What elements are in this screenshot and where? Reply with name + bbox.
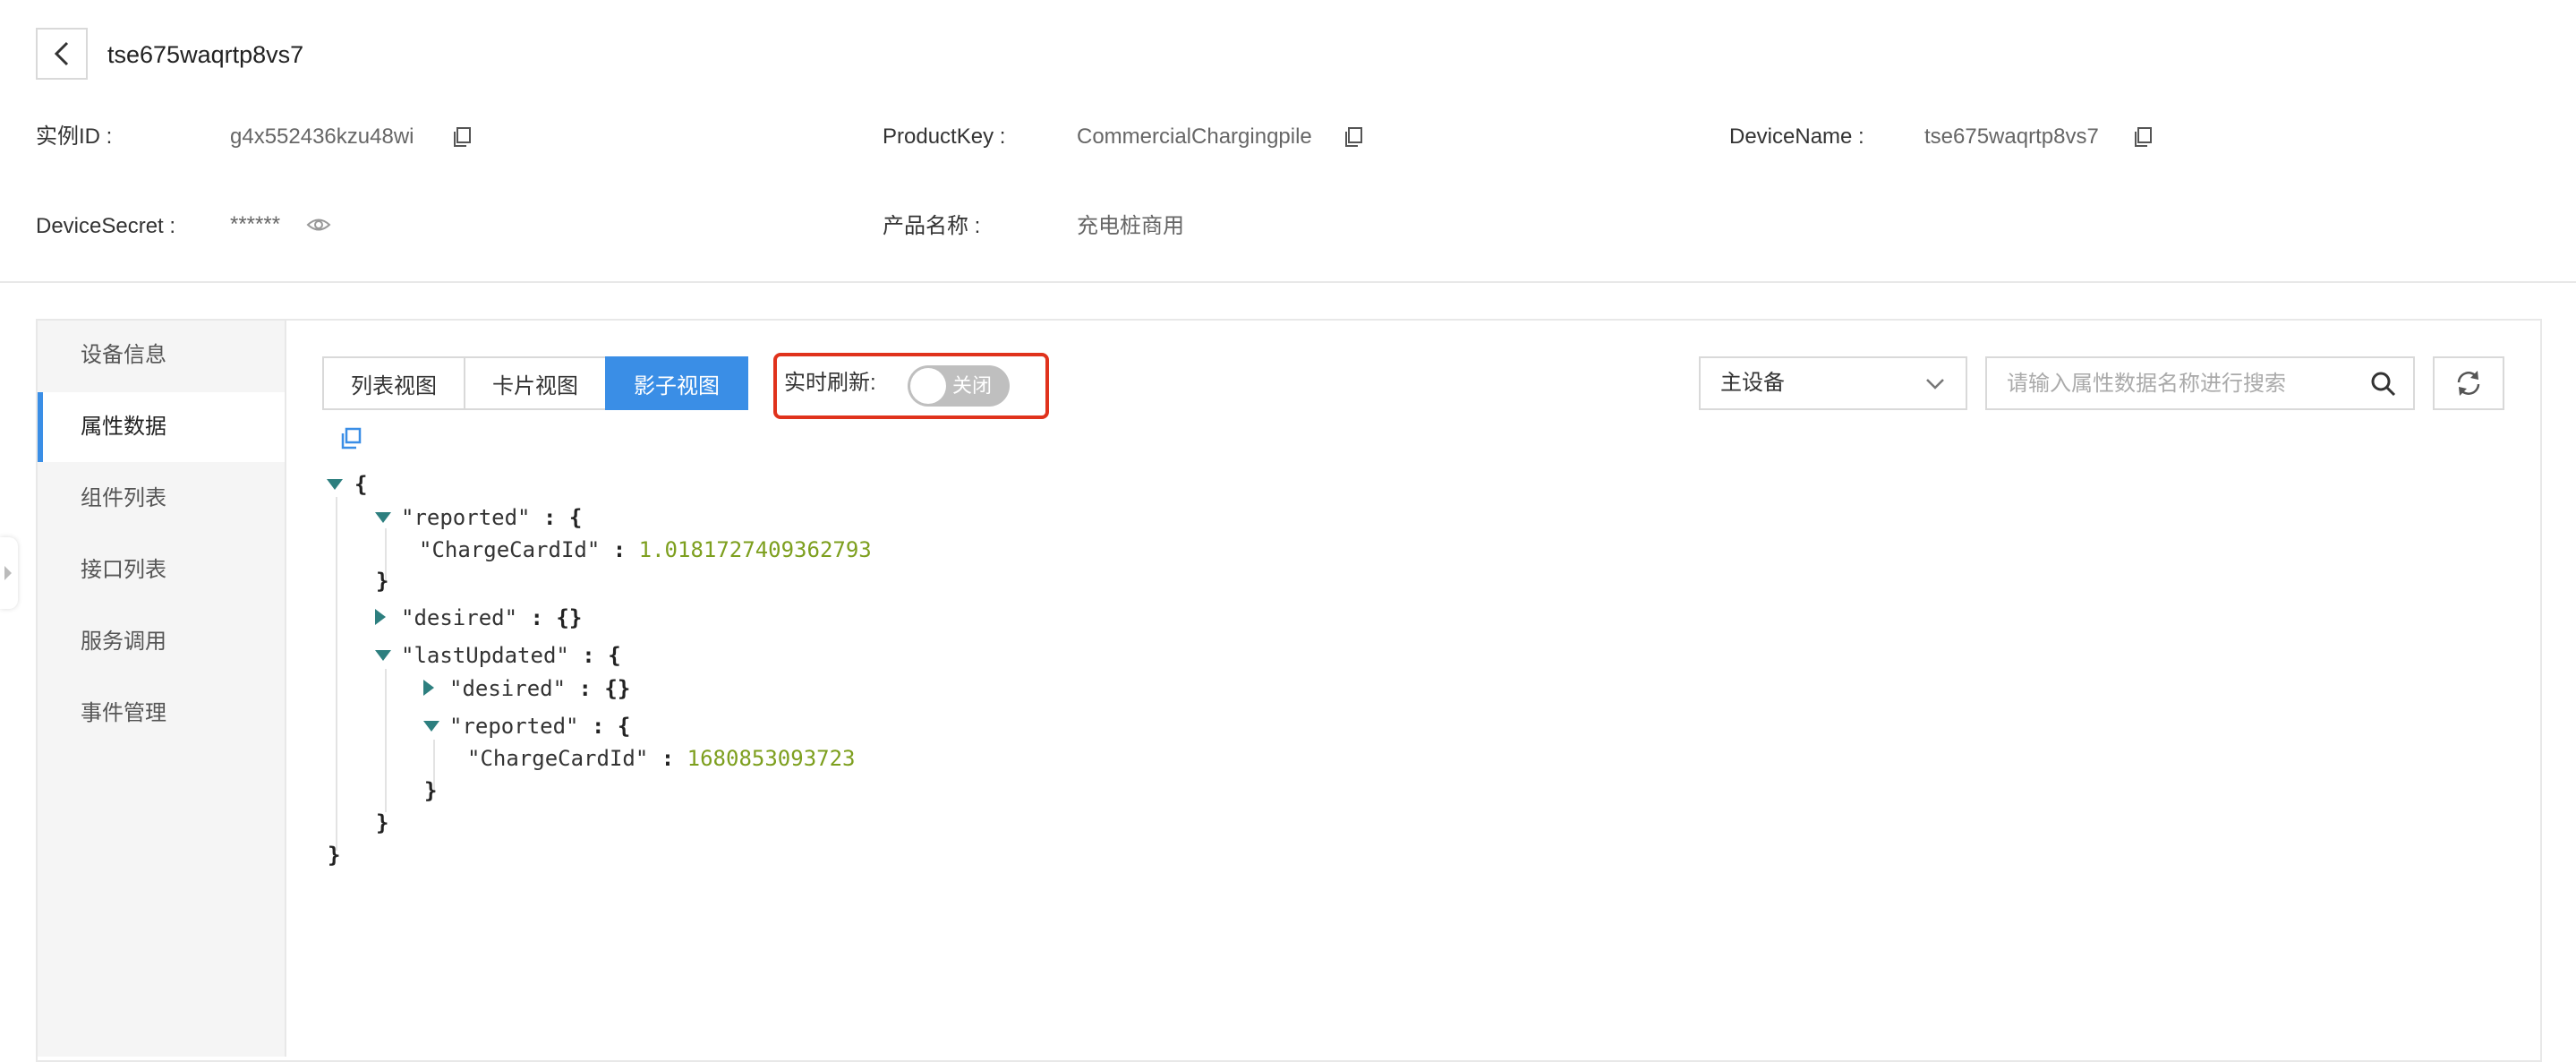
tab-list-view[interactable]: 列表视图	[322, 356, 465, 410]
search-input[interactable]	[2005, 358, 2367, 410]
chevron-left-icon	[54, 41, 69, 66]
sidebar-item-component-list[interactable]: 组件列表	[38, 464, 285, 534]
tree-guide	[385, 669, 387, 812]
device-select[interactable]: 主设备	[1699, 356, 1967, 410]
device-secret-value: ******	[230, 212, 281, 236]
json-empty-object: {}	[604, 676, 631, 701]
sidebar-item-property-data[interactable]: 属性数据	[38, 392, 285, 462]
sidebar-item-service-call[interactable]: 服务调用	[38, 607, 285, 677]
product-name-value: 充电桩商用	[1077, 214, 1184, 238]
json-number: 1680853093723	[687, 746, 856, 771]
device-secret-label: DeviceSecret :	[36, 214, 176, 238]
json-line-last-updated-reported: "reported" : {	[449, 713, 630, 740]
sidebar: 设备信息 属性数据 组件列表 接口列表 服务调用 事件管理	[38, 321, 286, 1057]
product-key-value: CommercialChargingpile	[1077, 124, 1312, 149]
json-line-last-updated: "lastUpdated" : {	[401, 642, 621, 669]
property-search	[1985, 356, 2415, 410]
page-title: tse675waqrtp8vs7	[107, 41, 304, 68]
device-select-value: 主设备	[1720, 371, 1785, 395]
toggle-knob	[910, 368, 946, 404]
json-key: "desired"	[449, 676, 567, 701]
copy-json-icon[interactable]	[338, 426, 363, 451]
eye-icon[interactable]	[306, 215, 331, 235]
expand-toggle-desired[interactable]	[375, 609, 386, 625]
tab-shadow-view[interactable]: 影子视图	[605, 356, 748, 410]
json-brace: {	[608, 643, 621, 668]
json-line-last-updated-charge: "ChargeCardId" : 1680853093723	[467, 745, 856, 772]
realtime-refresh-toggle[interactable]: 关闭	[908, 365, 1010, 407]
header-divider	[0, 281, 2576, 283]
refresh-icon	[2457, 371, 2480, 396]
json-colon: :	[578, 676, 592, 701]
collapse-toggle-reported[interactable]	[375, 512, 391, 523]
json-colon: :	[612, 537, 627, 562]
json-colon: :	[530, 605, 543, 630]
json-line-reported: "reported" : {	[401, 504, 582, 531]
copy-icon[interactable]	[2131, 125, 2154, 149]
product-key-label: ProductKey :	[883, 124, 1006, 149]
copy-icon[interactable]	[450, 125, 473, 149]
search-icon[interactable]	[2370, 371, 2397, 398]
instance-id-label: 实例ID :	[36, 124, 113, 149]
main-panel	[36, 319, 2542, 1062]
json-key: "reported"	[449, 714, 579, 739]
json-key: "reported"	[401, 505, 531, 530]
toggle-state-text: 关闭	[952, 374, 993, 397]
json-key: "ChargeCardId"	[419, 537, 601, 562]
collapse-toggle-last-updated-reported[interactable]	[423, 721, 439, 732]
json-key: "lastUpdated"	[401, 643, 569, 668]
json-root-close: }	[328, 843, 341, 868]
json-line-reported-charge: "ChargeCardId" : 1.0181727409362793	[419, 536, 872, 563]
collapse-toggle-root[interactable]	[327, 479, 343, 490]
instance-id-value: g4x552436kzu48wi	[230, 124, 414, 149]
json-last-updated-reported-close: }	[424, 778, 438, 803]
json-number: 1.0181727409362793	[638, 537, 872, 562]
refresh-button[interactable]	[2433, 356, 2504, 410]
json-empty-object: {}	[556, 605, 583, 630]
expand-toggle-last-updated-desired[interactable]	[423, 680, 434, 696]
json-colon: :	[591, 714, 605, 739]
collapse-handle[interactable]	[0, 537, 18, 609]
tree-guide	[336, 497, 337, 851]
json-last-updated-close: }	[376, 810, 389, 835]
sidebar-item-event-management[interactable]: 事件管理	[38, 679, 285, 749]
json-key: "desired"	[401, 605, 518, 630]
sidebar-item-interface-list[interactable]: 接口列表	[38, 535, 285, 605]
back-button[interactable]	[36, 28, 88, 80]
json-colon: :	[582, 643, 595, 668]
copy-icon[interactable]	[1342, 125, 1365, 149]
json-key: "ChargeCardId"	[467, 746, 649, 771]
json-line-desired: "desired" : {}	[401, 604, 582, 631]
realtime-refresh-label: 实时刷新:	[784, 371, 876, 395]
json-brace: {	[617, 714, 631, 739]
json-colon: :	[542, 505, 557, 530]
json-brace: {	[568, 505, 583, 530]
caret-right-icon	[4, 566, 12, 580]
tab-card-view[interactable]: 卡片视图	[464, 356, 607, 410]
json-reported-close: }	[376, 569, 389, 594]
sidebar-item-device-info[interactable]: 设备信息	[38, 321, 285, 390]
json-line-last-updated-desired: "desired" : {}	[449, 675, 630, 702]
chevron-down-icon	[1926, 379, 1944, 390]
json-root-open: {	[354, 472, 368, 497]
collapse-toggle-last-updated[interactable]	[375, 650, 391, 661]
device-name-label: DeviceName :	[1729, 124, 1864, 149]
json-colon: :	[661, 746, 675, 771]
device-name-value: tse675waqrtp8vs7	[1924, 124, 2099, 149]
product-name-label: 产品名称 :	[883, 214, 981, 238]
